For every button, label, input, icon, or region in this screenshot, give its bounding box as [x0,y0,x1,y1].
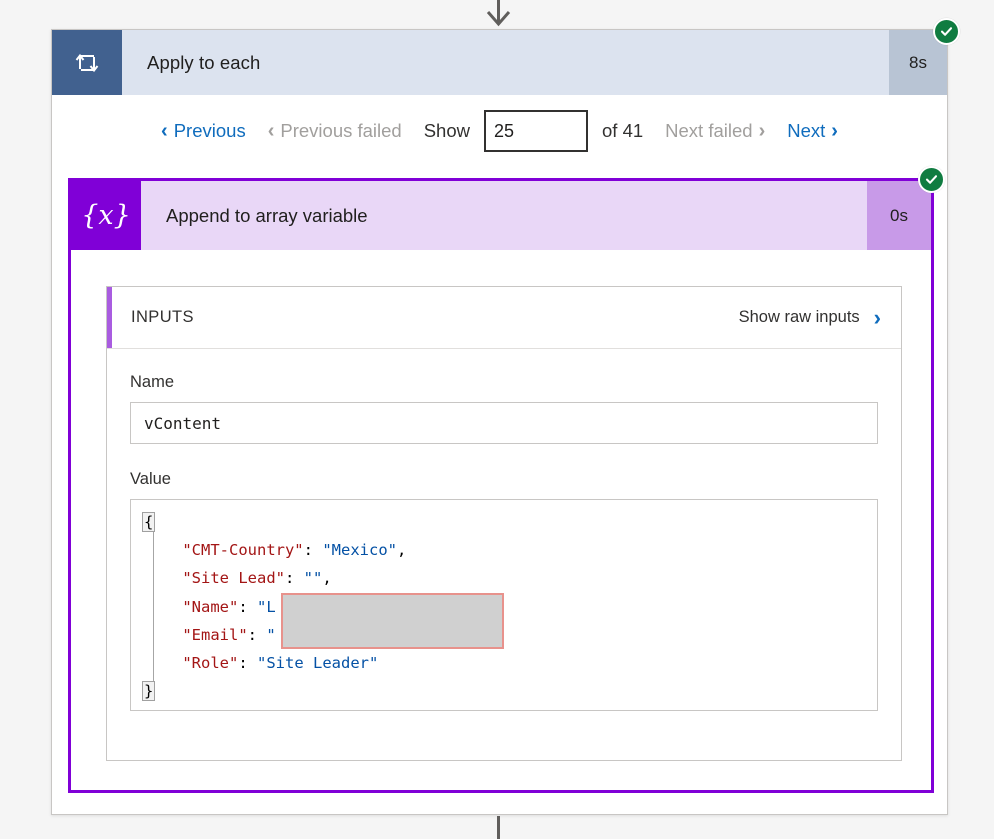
previous-failed-button[interactable]: ‹ Previous failed [268,120,402,142]
append-to-array-variable-duration: 0s [867,181,931,250]
json-sep: : [238,597,257,616]
name-field-block: Name vContent [107,349,901,444]
json-sep: : [238,654,257,673]
chevron-right-icon: › [873,304,881,330]
next-failed-button-label: Next failed [665,120,753,141]
previous-button[interactable]: ‹ Previous [161,120,246,142]
show-raw-inputs-label: Show raw inputs [738,308,860,326]
json-key: "Site Lead" [182,569,285,588]
next-button-label: Next [787,120,826,141]
inputs-panel: INPUTS Show raw inputs › Name vContent V… [106,286,902,761]
append-to-array-variable-title: Append to array variable [166,204,368,226]
append-to-array-variable-card: {x} Append to array variable 0s INPUTS S… [68,166,945,793]
chevron-right-icon: › [758,120,766,142]
json-key: "Role" [182,654,239,673]
json-value: " [266,625,276,644]
previous-failed-button-label: Previous failed [280,120,402,141]
show-raw-inputs-link[interactable]: Show raw inputs › [738,304,881,330]
page-number-input[interactable] [484,110,588,152]
json-comma: , [322,569,332,588]
next-button[interactable]: Next › [787,120,838,142]
success-check-icon [933,18,960,45]
json-code-content: { "CMT-Country": "Mexico", "Site Lead": … [131,500,877,705]
json-sep: : [247,625,267,644]
loop-repeat-icon [52,30,122,95]
chevron-left-icon: ‹ [161,120,168,142]
inputs-accent-bar [107,287,112,348]
json-key: "Email" [182,625,248,644]
value-code-block[interactable]: { "CMT-Country": "Mexico", "Site Lead": … [130,499,878,711]
json-value: "L [257,597,276,616]
json-key: "CMT-Country" [182,541,304,560]
next-failed-button[interactable]: Next failed › [665,120,765,142]
json-value: "Site Leader" [257,654,379,673]
show-label: Show [423,120,470,141]
json-sep: : [303,541,323,560]
apply-to-each-title: Apply to each [147,51,261,73]
json-value: "" [303,569,323,588]
arrow-down-icon [486,10,511,27]
json-comma: , [396,541,407,560]
redaction-overlay [281,593,504,649]
connector-line-bottom [497,816,500,839]
previous-button-label: Previous [173,120,246,141]
apply-to-each-card: Apply to each 8s ‹ Previous ‹ Previous f… [51,18,960,815]
json-sep: : [284,569,304,588]
value-field-block: Value { "CMT-Country": "Mexico", "Site L… [107,444,901,711]
append-to-array-variable-header[interactable]: {x} Append to array variable 0s [71,166,945,250]
total-pages-label: of 41 [602,120,644,141]
inputs-panel-header: INPUTS Show raw inputs › [107,287,901,349]
chevron-right-icon: › [831,120,838,142]
json-value: "Mexico" [322,541,397,560]
code-fold-open-brace[interactable]: { [142,512,156,532]
value-field-label: Value [130,470,171,488]
pagination-bar: ‹ Previous ‹ Previous failed Show of 41 … [52,95,947,167]
variable-braces-x-icon: {x} [71,181,141,250]
success-check-icon [918,166,945,193]
name-field-label: Name [130,373,175,391]
flow-run-viewer: Apply to each 8s ‹ Previous ‹ Previous f… [0,0,994,839]
name-field-value[interactable]: vContent [130,402,878,444]
json-key: "Name" [182,597,239,616]
inputs-section-title: INPUTS [131,308,194,326]
code-fold-close-brace[interactable]: } [142,681,156,702]
chevron-left-icon: ‹ [267,120,275,142]
apply-to-each-header[interactable]: Apply to each 8s [52,18,960,95]
